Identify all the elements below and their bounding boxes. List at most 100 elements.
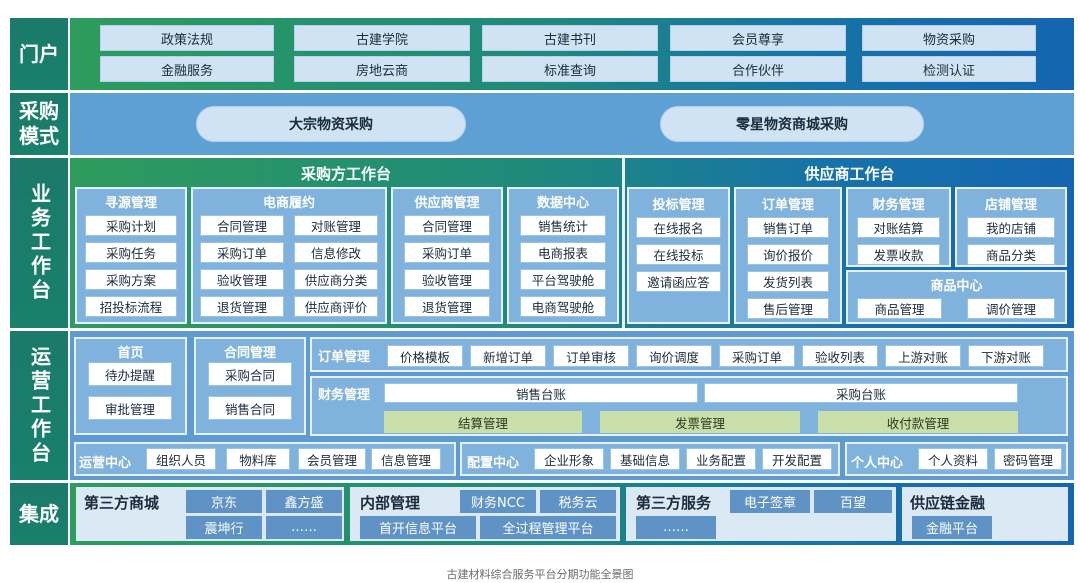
full-process-platform-item[interactable]: 全过程管理平台 — [480, 516, 616, 539]
supplier-finance-item[interactable]: 对账结算 — [857, 217, 940, 238]
xinfangsheng-item[interactable]: 鑫方盛 — [266, 490, 342, 513]
config-center-item[interactable]: 业务配置 — [686, 448, 756, 470]
data-center-item[interactable]: 电商报表 — [520, 242, 606, 263]
e-signature-item[interactable]: 电子签章 — [730, 490, 810, 513]
ecommerce-item[interactable]: 供应商分类 — [294, 269, 378, 290]
bidding-title: 投标管理 — [652, 198, 705, 213]
data-center-item[interactable]: 平台驾驶舱 — [520, 269, 606, 290]
invoice-mgmt-item[interactable]: 发票管理 — [600, 411, 800, 433]
ecommerce-item[interactable]: 信息修改 — [294, 242, 378, 263]
ops-order-item[interactable]: 新增订单 — [470, 345, 546, 367]
shop-title: 店铺管理 — [984, 198, 1037, 213]
internal-mgmt-title: 内部管理 — [360, 494, 421, 512]
ops-center-item[interactable]: 会员管理 — [298, 448, 366, 470]
purchase-contract-item[interactable]: 采购合同 — [208, 362, 292, 386]
supplier-order-item[interactable]: 销售订单 — [747, 217, 829, 238]
sourcing-item[interactable]: 采购方案 — [85, 269, 177, 290]
portal-item[interactable]: 合作伙伴 — [670, 56, 846, 82]
ops-center-item[interactable]: 信息管理 — [371, 448, 441, 470]
sales-ledger-item[interactable]: 销售台账 — [384, 383, 698, 403]
todo-reminder-item[interactable]: 待办提醒 — [88, 362, 172, 386]
profile-item[interactable]: 个人资料 — [918, 448, 988, 470]
jd-item[interactable]: 京东 — [186, 490, 262, 513]
finance-ncc-item[interactable]: 财务NCC — [460, 490, 536, 513]
home-title: 首页 — [117, 346, 144, 361]
supplier-mgmt-item[interactable]: 合同管理 — [404, 215, 490, 236]
ops-order-item[interactable]: 采购订单 — [719, 345, 795, 367]
approval-mgmt-item[interactable]: 审批管理 — [88, 396, 172, 420]
data-center-item[interactable]: 销售统计 — [520, 215, 606, 236]
receipt-payment-mgmt-item[interactable]: 收付款管理 — [818, 411, 1018, 433]
finance-title: 财务管理 — [872, 198, 925, 213]
retail-mall-procurement-pill[interactable]: 零星物资商城采购 — [660, 106, 924, 142]
ecommerce-item[interactable]: 退货管理 — [200, 296, 284, 317]
tax-cloud-item[interactable]: 税务云 — [540, 490, 616, 513]
ecommerce-item[interactable]: 验收管理 — [200, 269, 284, 290]
finance-platform-item[interactable]: 金融平台 — [912, 516, 992, 539]
supply-chain-finance-title: 供应链金融 — [910, 494, 986, 512]
figure-caption: 古建材料综合服务平台分期功能全景图 — [446, 568, 634, 581]
sourcing-item[interactable]: 招投标流程 — [85, 296, 177, 317]
supplier-order-item[interactable]: 询价报价 — [747, 244, 829, 265]
data-center-item[interactable]: 电商驾驶舱 — [520, 296, 606, 317]
portal-item[interactable]: 古建书刊 — [482, 25, 658, 51]
ops-order-item[interactable]: 上游对账 — [885, 345, 961, 367]
goods-center-title: 商品中心 — [930, 279, 983, 294]
sales-contract-item[interactable]: 销售合同 — [208, 396, 292, 420]
ecommerce-item[interactable]: 采购订单 — [200, 242, 284, 263]
supplier-mgmt-title: 供应商管理 — [414, 196, 480, 211]
sourcing-title: 寻源管理 — [104, 196, 157, 211]
portal-item[interactable]: 政策法规 — [100, 25, 274, 51]
config-center-item[interactable]: 开发配置 — [762, 448, 832, 470]
shoukai-info-platform-item[interactable]: 首开信息平台 — [360, 516, 476, 539]
row-label-operations: 运营工作台 — [10, 331, 68, 480]
config-center-item[interactable]: 企业形象 — [534, 448, 604, 470]
supplier-order-item[interactable]: 发货列表 — [747, 271, 829, 292]
order-title: 订单管理 — [761, 198, 814, 213]
shop-item[interactable]: 我的店铺 — [967, 217, 1055, 238]
row-label-business: 业务工作台 — [10, 158, 68, 328]
ecommerce-item[interactable]: 对账管理 — [294, 215, 378, 236]
price-adjust-item[interactable]: 调价管理 — [967, 298, 1055, 319]
shop-item[interactable]: 商品分类 — [967, 244, 1055, 265]
goods-mgmt-item[interactable]: 商品管理 — [857, 298, 942, 319]
sourcing-item[interactable]: 采购计划 — [85, 215, 177, 236]
portal-item[interactable]: 检测认证 — [862, 56, 1036, 82]
supplier-mgmt-item[interactable]: 退货管理 — [404, 296, 490, 317]
mall-more-item[interactable]: …… — [266, 516, 342, 539]
sourcing-item[interactable]: 采购任务 — [85, 242, 177, 263]
bidding-item[interactable]: 邀请函应答 — [636, 271, 721, 292]
service-more-item[interactable]: …… — [636, 516, 716, 539]
ops-order-item[interactable]: 下游对账 — [968, 345, 1044, 367]
portal-item[interactable]: 古建学院 — [294, 25, 470, 51]
supplier-mgmt-item[interactable]: 验收管理 — [404, 269, 490, 290]
portal-item[interactable]: 金融服务 — [100, 56, 274, 82]
data-center-title: 数据中心 — [536, 196, 589, 211]
ops-center-item[interactable]: 物料库 — [226, 448, 290, 470]
portal-item[interactable]: 房地云商 — [294, 56, 470, 82]
baiwang-item[interactable]: 百望 — [814, 490, 892, 513]
ops-center-item[interactable]: 组织人员 — [146, 448, 216, 470]
bulk-procurement-pill[interactable]: 大宗物资采购 — [196, 106, 466, 142]
third-party-mall-title: 第三方商城 — [84, 494, 160, 512]
ops-order-item[interactable]: 验收列表 — [802, 345, 878, 367]
bidding-item[interactable]: 在线投标 — [636, 244, 721, 265]
ops-order-item[interactable]: 价格模板 — [387, 345, 463, 367]
portal-item[interactable]: 物资采购 — [862, 25, 1036, 51]
ops-center-title: 运营中心 — [79, 456, 132, 471]
supplier-mgmt-item[interactable]: 采购订单 — [404, 242, 490, 263]
ecommerce-item[interactable]: 供应商评价 — [294, 296, 378, 317]
bidding-item[interactable]: 在线报名 — [636, 217, 721, 238]
ops-order-item[interactable]: 询价调度 — [636, 345, 712, 367]
config-center-item[interactable]: 基础信息 — [610, 448, 680, 470]
portal-item[interactable]: 会员尊享 — [670, 25, 846, 51]
purchase-ledger-item[interactable]: 采购台账 — [704, 383, 1018, 403]
zhenkunhang-item[interactable]: 震坤行 — [186, 516, 262, 539]
ecommerce-item[interactable]: 合同管理 — [200, 215, 284, 236]
password-mgmt-item[interactable]: 密码管理 — [994, 448, 1062, 470]
settlement-mgmt-item[interactable]: 结算管理 — [384, 411, 582, 433]
portal-item[interactable]: 标准查询 — [482, 56, 658, 82]
ops-order-item[interactable]: 订单审核 — [553, 345, 629, 367]
supplier-order-item[interactable]: 售后管理 — [747, 298, 829, 319]
supplier-finance-item[interactable]: 发票收款 — [857, 244, 940, 265]
